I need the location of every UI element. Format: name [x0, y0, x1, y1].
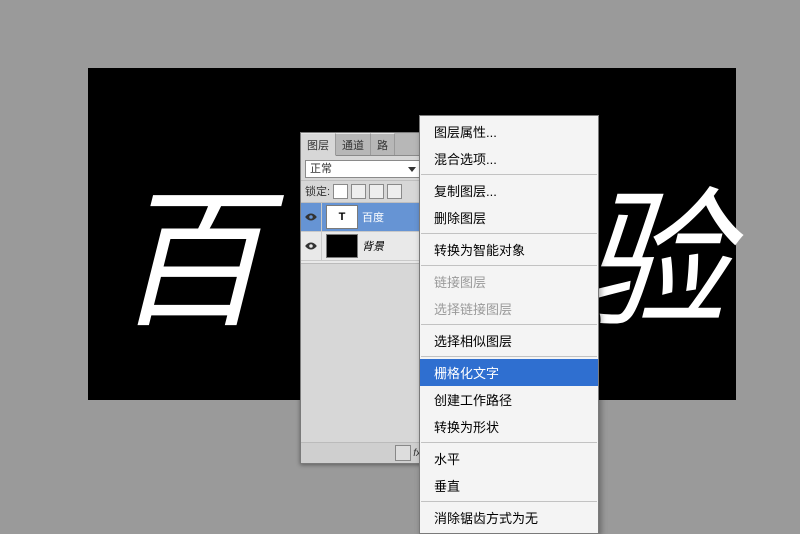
tab-channels[interactable]: 通道 [336, 133, 371, 155]
visibility-toggle[interactable] [301, 232, 322, 260]
menu-item[interactable]: 混合选项... [420, 145, 598, 172]
menu-item[interactable]: 转换为智能对象 [420, 236, 598, 263]
layer-thumbnail[interactable] [326, 234, 358, 258]
menu-item[interactable]: 图层属性... [420, 118, 598, 145]
canvas-text-right: 验 [578, 188, 728, 338]
panel-tabs: 图层 通道 路 [301, 133, 425, 156]
link-layers-icon[interactable] [395, 445, 411, 461]
layers-list: T 百度 背景 [301, 203, 425, 264]
menu-separator [421, 356, 597, 357]
menu-item[interactable]: 消除锯齿方式为无 [420, 504, 598, 531]
menu-separator [421, 174, 597, 175]
layer-name[interactable]: 百度 [362, 209, 384, 225]
lock-transparent-button[interactable] [333, 184, 348, 199]
eye-icon [304, 241, 318, 251]
lock-row: 锁定: [301, 181, 425, 203]
layers-panel: 图层 通道 路 正常 锁定: T 百度 背景 [300, 132, 426, 464]
panel-footer: fx [301, 442, 425, 463]
menu-item: 链接图层 [420, 268, 598, 295]
menu-separator [421, 233, 597, 234]
menu-separator [421, 501, 597, 502]
menu-item: 选择链接图层 [420, 295, 598, 322]
menu-separator [421, 265, 597, 266]
menu-item[interactable]: 创建工作路径 [420, 386, 598, 413]
menu-separator [421, 442, 597, 443]
blend-mode-row: 正常 [301, 156, 425, 181]
canvas-text-left: 百 [114, 188, 264, 338]
blend-mode-select[interactable]: 正常 [305, 160, 421, 178]
visibility-toggle[interactable] [301, 203, 322, 231]
menu-item[interactable]: 栅格化文字 [420, 359, 598, 386]
layer-row[interactable]: 背景 [301, 232, 425, 261]
menu-item[interactable]: 删除图层 [420, 204, 598, 231]
blend-mode-value: 正常 [310, 161, 332, 177]
menu-item[interactable]: 转换为形状 [420, 413, 598, 440]
lock-position-button[interactable] [369, 184, 384, 199]
lock-label: 锁定: [305, 183, 330, 199]
layer-row[interactable]: T 百度 [301, 203, 425, 232]
menu-separator [421, 324, 597, 325]
tab-layers[interactable]: 图层 [301, 133, 336, 156]
layer-context-menu: 图层属性...混合选项... 复制图层...删除图层转换为智能对象链接图层选择链接… [419, 115, 599, 534]
menu-item[interactable]: 选择相似图层 [420, 327, 598, 354]
layer-name[interactable]: 背景 [362, 238, 384, 254]
lock-pixels-button[interactable] [351, 184, 366, 199]
layer-thumbnail[interactable]: T [326, 205, 358, 229]
menu-item[interactable]: 垂直 [420, 472, 598, 499]
lock-all-button[interactable] [387, 184, 402, 199]
chevron-down-icon [408, 167, 416, 172]
eye-icon [304, 212, 318, 222]
tab-paths[interactable]: 路 [371, 133, 395, 155]
menu-item[interactable]: 复制图层... [420, 177, 598, 204]
menu-item[interactable]: 水平 [420, 445, 598, 472]
